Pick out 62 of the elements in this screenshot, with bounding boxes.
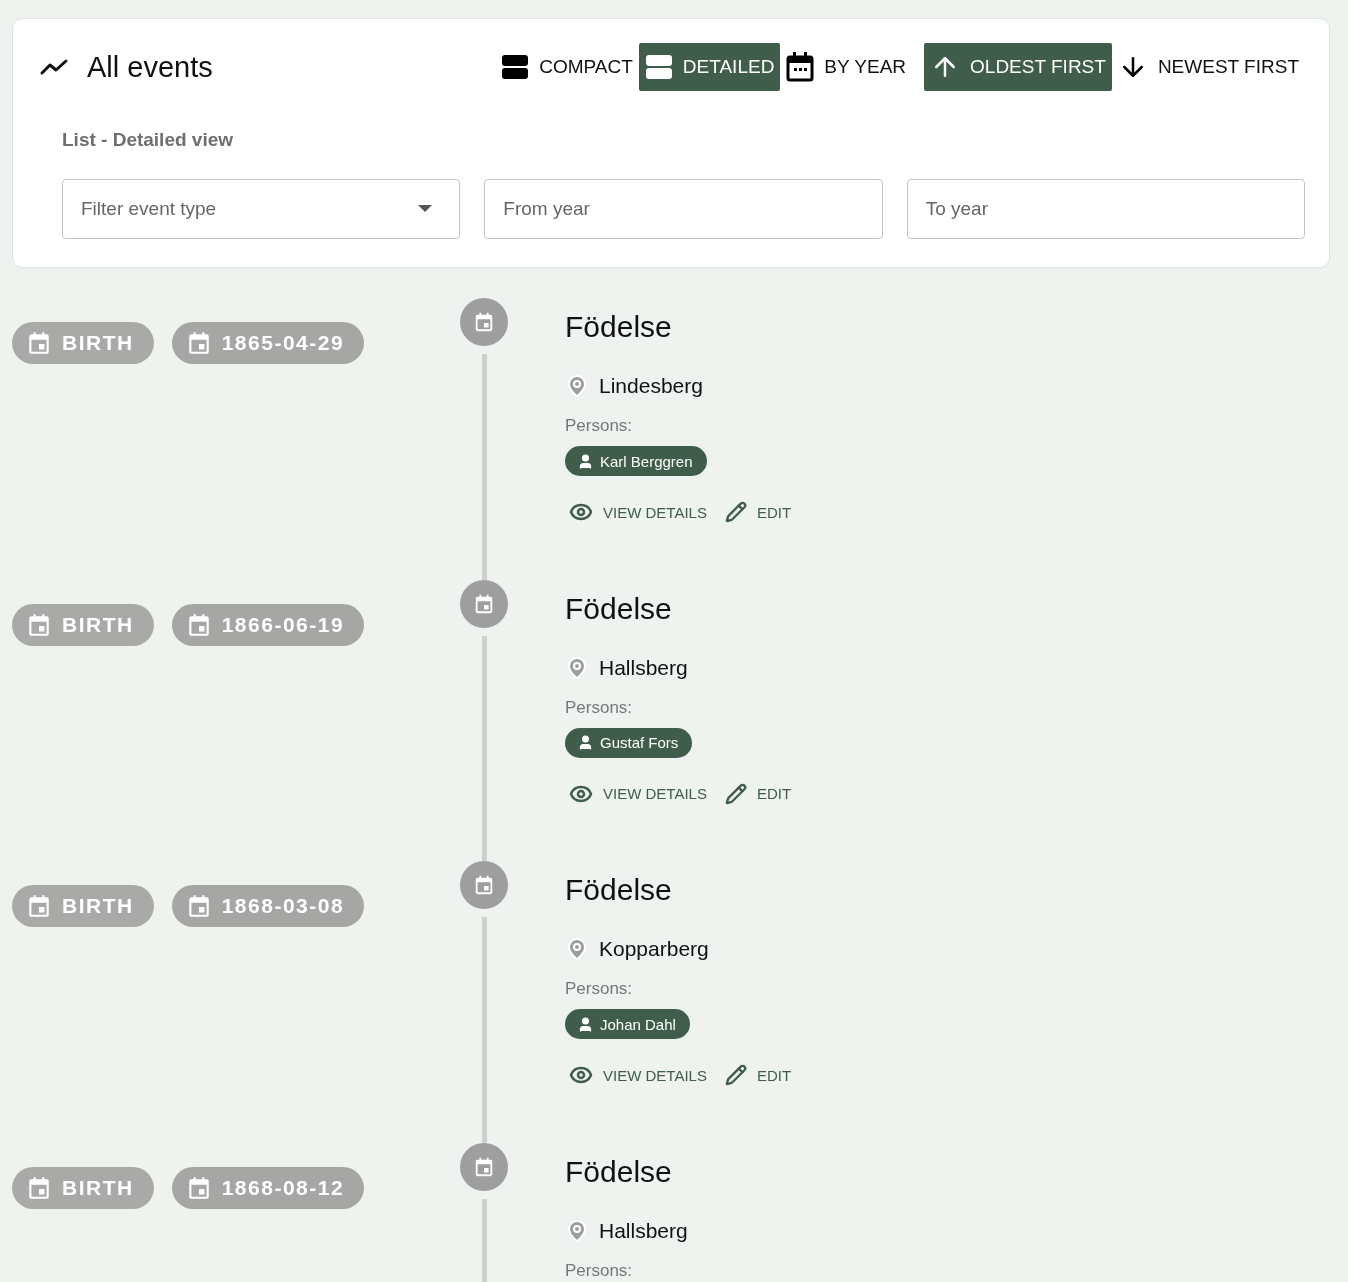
event-type-select[interactable]: Filter event type xyxy=(62,179,461,239)
event-place: Kopparberg xyxy=(599,937,709,961)
line-chart-icon xyxy=(39,57,69,77)
location-pin-icon xyxy=(565,374,589,398)
person-chip[interactable]: Gustaf Fors xyxy=(565,727,693,758)
view-subtitle: List - Detailed view xyxy=(62,129,235,151)
edit-button[interactable]: EDIT xyxy=(720,1059,796,1091)
calendar-icon xyxy=(26,893,52,919)
view-details-button[interactable]: VIEW DETAILS xyxy=(565,496,711,528)
event-icon xyxy=(473,311,495,333)
persons-label: Persons: xyxy=(565,416,634,436)
event-icon xyxy=(473,592,495,615)
event-place: Hallsberg xyxy=(599,1218,688,1243)
sort-button[interactable]: NEWEST FIRST xyxy=(1111,43,1305,91)
view-toggle-button[interactable]: COMPACT xyxy=(495,43,639,91)
event-type-chip: BIRTH xyxy=(12,322,154,364)
view-details-button[interactable]: VIEW DETAILS xyxy=(565,1059,711,1091)
edit-button[interactable]: EDIT xyxy=(720,777,796,810)
location-pin-icon xyxy=(565,1218,589,1243)
event-place: Lindesberg xyxy=(599,374,703,398)
person-icon xyxy=(577,452,594,470)
pencil-icon xyxy=(724,501,747,523)
location-pin-icon xyxy=(565,655,589,680)
event-icon xyxy=(473,1155,495,1178)
event-title: Födelse xyxy=(565,1154,673,1189)
view-toggle-button[interactable]: BY YEAR xyxy=(780,43,913,91)
pencil-icon xyxy=(724,782,747,805)
edit-button[interactable]: EDIT xyxy=(720,496,796,528)
rows-icon xyxy=(501,53,530,81)
event-icon xyxy=(473,874,495,896)
sort-button[interactable]: OLDEST FIRST xyxy=(924,43,1112,91)
view-details-button[interactable]: VIEW DETAILS xyxy=(565,777,711,810)
year-input-field[interactable]: To year xyxy=(906,179,1305,239)
event-date-chip: 1865-04-29 xyxy=(171,322,365,364)
year-input-field[interactable]: From year xyxy=(484,179,883,239)
calendar-icon xyxy=(26,611,52,638)
pencil-icon xyxy=(724,1064,747,1086)
event-type-chip: BIRTH xyxy=(12,603,154,646)
calendar-icon xyxy=(26,1174,52,1201)
person-chip[interactable]: Karl Berggren xyxy=(565,446,707,476)
view-toggle-button[interactable]: DETAILED xyxy=(638,43,781,91)
event-type-chip: BIRTH xyxy=(12,885,154,927)
event-place: Hallsberg xyxy=(599,655,688,680)
event-title: Födelse xyxy=(565,873,673,907)
rows-icon xyxy=(644,53,673,81)
event-date-chip: 1868-08-12 xyxy=(171,1166,365,1209)
event-date-chip: 1868-03-08 xyxy=(171,885,365,927)
event-type-chip: BIRTH xyxy=(12,1166,154,1209)
event-title: Födelse xyxy=(565,591,673,626)
event-date-chip: 1866-06-19 xyxy=(171,603,365,646)
calendar-icon xyxy=(786,52,815,82)
persons-label: Persons: xyxy=(565,1260,634,1281)
page-title: All events xyxy=(87,50,213,84)
persons-label: Persons: xyxy=(565,697,634,718)
calendar-icon xyxy=(26,330,52,356)
event-title: Födelse xyxy=(565,310,673,344)
dropdown-caret-icon xyxy=(418,205,433,213)
location-pin-icon xyxy=(565,937,589,961)
persons-label: Persons: xyxy=(565,979,634,999)
person-icon xyxy=(577,734,594,751)
person-icon xyxy=(577,1015,594,1033)
person-chip[interactable]: Johan Dahl xyxy=(565,1009,690,1039)
